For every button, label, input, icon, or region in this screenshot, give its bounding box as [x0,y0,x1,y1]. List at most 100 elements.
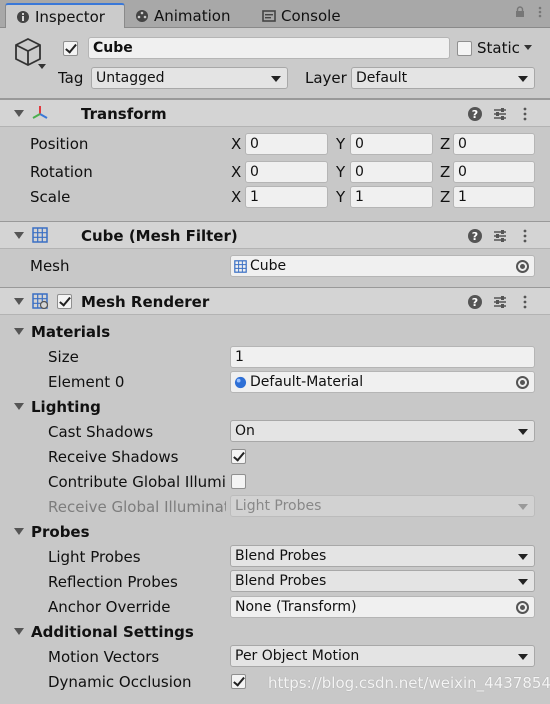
object-name-input[interactable]: Cube [88,37,450,59]
axis-x-label: X [231,135,242,153]
mesh-object-field[interactable]: Cube [230,255,535,277]
element0-object-field[interactable]: Default-Material [230,371,535,393]
element0-value: Default-Material [250,374,364,390]
materials-size-input[interactable]: 1 [230,346,535,368]
mesh-filter-title: Cube (Mesh Filter) [81,227,238,245]
position-z-input[interactable]: 0 [453,133,535,155]
layer-value: Default [356,70,408,86]
mesh-renderer-enabled-checkbox[interactable] [57,294,72,309]
materials-foldout-icon[interactable] [14,328,24,335]
size-label: Size [48,348,79,366]
axis-y-label: Y [336,188,346,206]
motion-vectors-label: Motion Vectors [48,648,160,666]
preset-icon[interactable] [492,294,508,310]
rotation-z-input[interactable]: 0 [453,161,535,183]
object-header: Cube Static Tag Untagged Layer Default [0,28,550,99]
transform-title: Transform [81,105,167,123]
tag-dropdown[interactable]: Untagged [91,67,288,89]
rotation-y-input[interactable]: 0 [350,161,433,183]
icon-dropdown-arrow[interactable] [38,64,46,69]
axis-x-label: X [231,163,242,181]
transform-header[interactable]: Transform ? [0,99,550,127]
additional-settings-header[interactable]: Additional Settings [31,623,194,641]
layer-label: Layer [305,69,347,87]
animation-icon [136,9,148,22]
console-icon [262,9,276,22]
preset-icon[interactable] [492,228,508,244]
help-icon[interactable]: ? [467,228,483,244]
kebab-menu-icon[interactable] [517,294,533,310]
tab-label: Inspector [35,7,105,26]
svg-text:?: ? [472,230,478,243]
scale-label: Scale [30,188,71,206]
tab-label: Console [281,6,341,25]
contribute-gi-checkbox[interactable] [231,474,246,489]
receive-gi-value: Light Probes [235,498,322,514]
light-probes-dropdown[interactable]: Blend Probes [230,545,535,567]
dynamic-occlusion-label: Dynamic Occlusion [48,673,192,691]
svg-text:?: ? [472,296,478,309]
scale-x-input[interactable]: 1 [245,186,328,208]
mesh-label: Mesh [30,257,70,275]
lighting-foldout-icon[interactable] [14,403,24,410]
kebab-menu-icon[interactable] [517,106,533,122]
mesh-renderer-title: Mesh Renderer [81,293,210,311]
help-icon[interactable]: ? [467,294,483,310]
mesh-icon [234,259,247,273]
mesh-filter-header[interactable]: Cube (Mesh Filter) ? [0,221,550,249]
tab-label: Animation [154,6,231,25]
receive-shadows-checkbox[interactable] [231,449,246,464]
additional-settings-foldout-icon[interactable] [14,628,24,635]
motion-vectors-dropdown[interactable]: Per Object Motion [230,645,535,667]
materials-header[interactable]: Materials [31,323,110,341]
watermark-text: https://blog.csdn.net/weixin_44378547 [268,674,550,692]
foldout-arrow-icon[interactable] [14,110,24,117]
chevron-down-icon [271,76,281,82]
contribute-gi-label: Contribute Global Illumination [48,473,226,491]
layer-dropdown[interactable]: Default [351,67,535,89]
dynamic-occlusion-checkbox[interactable] [231,674,246,689]
tag-label: Tag [58,69,84,87]
kebab-menu-icon[interactable] [517,228,533,244]
mesh-renderer-header[interactable]: Mesh Renderer ? [0,287,550,315]
axis-y-label: Y [336,135,346,153]
position-y-input[interactable]: 0 [350,133,433,155]
chevron-down-icon [518,76,528,82]
object-picker-icon[interactable] [516,376,529,389]
rotation-x-input[interactable]: 0 [245,161,328,183]
object-picker-icon[interactable] [516,601,529,614]
material-sphere-icon [234,376,247,388]
axis-x-label: X [231,188,242,206]
lighting-header[interactable]: Lighting [31,398,101,416]
lock-icon[interactable] [514,6,526,18]
scale-y-input[interactable]: 1 [350,186,433,208]
chevron-down-icon [518,554,528,560]
active-checkbox[interactable] [63,41,78,56]
help-icon[interactable]: ? [467,106,483,122]
info-icon [17,10,29,23]
anchor-override-object-field[interactable]: None (Transform) [230,596,535,618]
static-dropdown-arrow[interactable] [524,45,532,50]
probes-foldout-icon[interactable] [14,528,24,535]
more-options-icon[interactable] [534,6,546,18]
tab-animation[interactable]: Animation [135,3,255,28]
foldout-arrow-icon[interactable] [14,298,24,305]
axis-z-label: Z [440,163,451,181]
preset-icon[interactable] [492,106,508,122]
reflection-probes-value: Blend Probes [235,573,327,589]
position-x-input[interactable]: 0 [245,133,328,155]
element0-label: Element 0 [48,373,125,391]
scale-z-input[interactable]: 1 [453,186,535,208]
cast-shadows-dropdown[interactable]: On [230,420,535,442]
static-label: Static [477,39,520,57]
reflection-probes-dropdown[interactable]: Blend Probes [230,570,535,592]
light-probes-label: Light Probes [48,548,141,566]
cast-shadows-value: On [235,423,255,439]
tab-console[interactable]: Console [262,3,372,28]
foldout-arrow-icon[interactable] [14,232,24,239]
tab-inspector[interactable]: Inspector [5,3,125,28]
object-picker-icon[interactable] [516,260,529,273]
static-checkbox[interactable] [457,41,472,56]
probes-header[interactable]: Probes [31,523,90,541]
axis-y-label: Y [336,163,346,181]
